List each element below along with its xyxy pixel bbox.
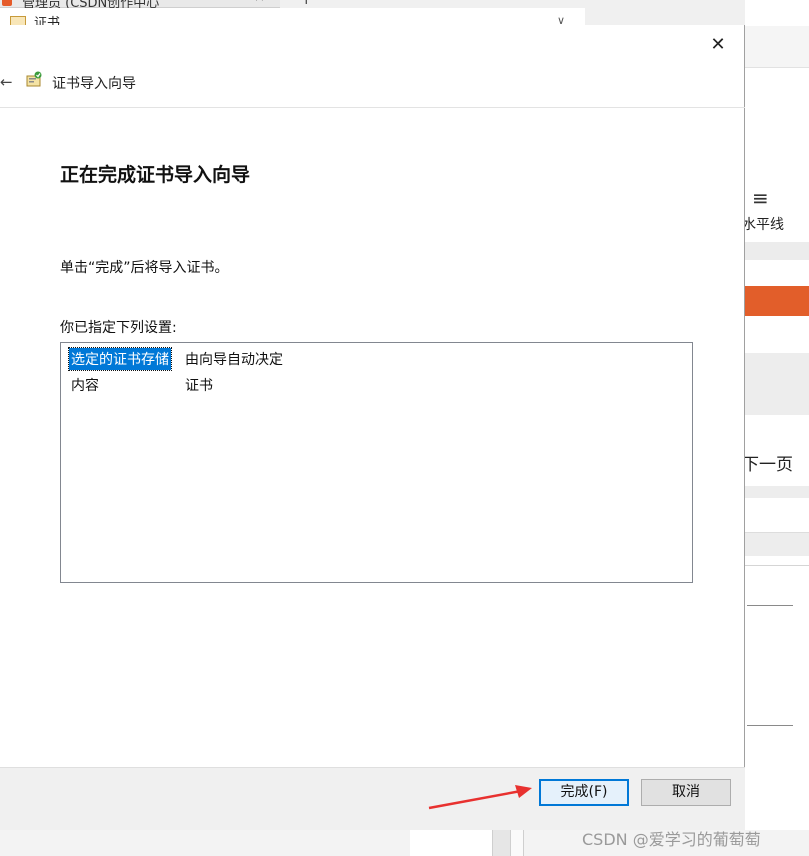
screenshot-root: 管理员 (CSDN创作中心 × + 证书 ∨ ≡ 水平线 下一页 ✕ ← 证书导… <box>0 0 809 856</box>
csdn-tab-icon <box>2 0 12 6</box>
list-item[interactable]: 内容 证书 <box>67 371 667 395</box>
background-toolbar <box>745 26 809 68</box>
close-button[interactable]: ✕ <box>706 33 730 57</box>
background-block <box>410 830 492 856</box>
page-heading: 正在完成证书导入向导 <box>60 164 251 186</box>
divider <box>747 725 793 726</box>
tab-close-icon[interactable]: × <box>254 0 265 5</box>
header-divider <box>0 107 745 108</box>
divider <box>747 605 793 606</box>
background-block <box>745 242 809 260</box>
back-arrow-icon[interactable]: ← <box>0 73 13 91</box>
finish-button[interactable]: 完成(F) <box>539 779 629 806</box>
instruction-text: 单击“完成”后将导入证书。 <box>60 260 229 276</box>
background-block <box>745 353 809 415</box>
setting-key[interactable]: 选定的证书存储 <box>68 347 172 371</box>
watermark: CSDN @爱学习的葡萄萄 <box>582 830 761 849</box>
background-orange-banner <box>745 286 809 316</box>
settings-list[interactable]: 选定的证书存储 由向导自动决定 内容 证书 <box>60 342 693 583</box>
background-block <box>745 532 809 556</box>
setting-key[interactable]: 内容 <box>69 374 101 396</box>
divider <box>745 565 809 566</box>
cancel-button[interactable]: 取消 <box>641 779 731 806</box>
list-item[interactable]: 选定的证书存储 由向导自动决定 <box>67 345 667 371</box>
setting-value: 证书 <box>185 378 213 394</box>
browser-tab[interactable]: 管理员 (CSDN创作中心 × <box>0 0 280 11</box>
wizard-title: 证书导入向导 <box>52 76 136 92</box>
new-tab-icon[interactable]: + <box>300 0 313 8</box>
horizontal-line-label[interactable]: 水平线 <box>742 214 784 234</box>
next-page-label[interactable]: 下一页 <box>742 450 793 475</box>
settings-label: 你已指定下列设置: <box>60 320 177 336</box>
certificate-wizard-icon <box>26 71 42 87</box>
certificate-import-wizard-dialog: ✕ ← 证书导入向导 正在完成证书导入向导 单击“完成”后将导入证书。 你已指定… <box>0 25 745 830</box>
menu-icon[interactable]: ≡ <box>752 186 769 210</box>
dialog-footer: 完成(F) 取消 <box>0 767 745 830</box>
background-block <box>745 486 809 498</box>
background-page-right <box>745 0 809 856</box>
annotation-arrow-icon <box>428 785 532 810</box>
setting-value: 由向导自动决定 <box>185 352 283 368</box>
